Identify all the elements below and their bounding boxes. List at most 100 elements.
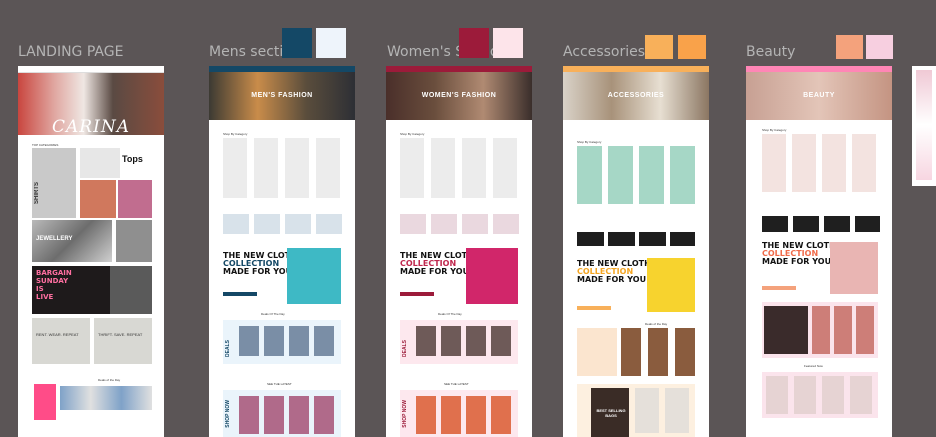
- top-categories-heading: TOP CATEGORIES: [32, 143, 59, 147]
- accessories-deal-items[interactable]: [621, 328, 695, 376]
- accessories-board[interactable]: ACCESSORIES Shop By Category THE NEW CLO…: [563, 66, 709, 437]
- live-word: LIVE: [36, 293, 54, 301]
- womens-deals-label: DEALS: [402, 340, 408, 357]
- accessories-tile[interactable]: [116, 220, 152, 262]
- mens-category-grid[interactable]: [223, 138, 341, 198]
- womens-collection-image: [466, 248, 518, 304]
- tops-label: Tops: [122, 154, 143, 164]
- beauty-new-cloth: THE NEW CLOTH COLLECTION MADE FOR YOU: [762, 242, 836, 266]
- mens-new-cloth-line3: MADE FOR YOU: [223, 267, 293, 276]
- accessories-deal-feature[interactable]: [577, 328, 617, 376]
- section-label-womens: Women's Section: [387, 44, 508, 60]
- color-swatch-beauty-primary: [836, 35, 863, 59]
- sarees-tile[interactable]: [80, 180, 116, 218]
- beauty-featured-items: [766, 376, 874, 414]
- mens-deals-of-day: Deals Of The Day: [261, 312, 285, 316]
- thrift-save-tile[interactable]: THRIFT. SAVE. REPEAT: [94, 318, 152, 364]
- womens-see-latest: SEE THE LATEST: [444, 382, 469, 386]
- accessories-collection-image: [647, 258, 695, 312]
- deal-promo[interactable]: [34, 384, 56, 420]
- womens-shop-now-label: SHOP NOW: [402, 400, 408, 428]
- section-label-accessories: Accessories: [563, 44, 646, 60]
- womens-category-grid[interactable]: [400, 138, 518, 198]
- accessories-deals-of-day: Deals of the Day: [645, 322, 668, 326]
- mens-shop-now-label: SHOP NOW: [225, 400, 231, 428]
- accessories-watch-row[interactable]: [577, 232, 695, 246]
- accessories-hero-title: ACCESSORIES: [607, 92, 665, 99]
- color-swatch-womens-primary: [459, 28, 489, 58]
- mens-collection-image: [287, 248, 341, 304]
- best-selling-bags-card[interactable]: BEST SELLING BAGS: [591, 388, 629, 437]
- mens-board[interactable]: MEN'S FASHION Shop By Category THE NEW C…: [209, 66, 355, 437]
- deals-heading: Deals of the Day: [98, 378, 121, 382]
- sunday-word: SUNDAY: [36, 277, 69, 285]
- womens-deal-items: [416, 326, 514, 356]
- beauty-deal-items: [812, 306, 874, 354]
- beauty-shop-button[interactable]: [762, 286, 796, 290]
- womens-latest-items: [416, 396, 514, 434]
- section-label-beauty: Beauty: [746, 44, 796, 60]
- landing-navbar: [18, 66, 164, 73]
- beauty-board[interactable]: BEAUTY Shop By Category THE NEW CLOTH CO…: [746, 66, 892, 437]
- womens-deals-panel[interactable]: DEALS: [400, 320, 518, 364]
- mens-shop-now-panel[interactable]: SHOP NOW: [223, 390, 341, 437]
- thrift-save-text: THRIFT. SAVE. REPEAT: [98, 332, 143, 337]
- mens-latest-items: [239, 396, 337, 434]
- bargain-sunday-banner[interactable]: BARGAIN SUNDAY IS LIVE: [32, 266, 152, 314]
- shirts-tile[interactable]: SHIRTS: [32, 148, 76, 218]
- dresses-tile[interactable]: [118, 180, 152, 218]
- beauty-category-grid[interactable]: [762, 134, 878, 192]
- bag-products: [635, 388, 691, 433]
- womens-deals-of-day: Deals Of The Day: [438, 312, 462, 316]
- color-swatch-accessories-primary: [645, 35, 673, 59]
- womens-shop-now-panel[interactable]: SHOP NOW: [400, 390, 518, 437]
- womens-hero-title: WOMEN'S FASHION: [421, 92, 497, 99]
- beauty-shop-by: Shop By Category: [762, 128, 787, 132]
- tops-tile-image[interactable]: [80, 148, 120, 178]
- is-word: IS: [36, 285, 44, 293]
- mens-deals-label: DEALS: [225, 340, 231, 357]
- beauty-collection-image: [830, 242, 878, 294]
- deal-products[interactable]: [60, 386, 152, 410]
- accessories-bags-panel[interactable]: BEST SELLING BAGS: [577, 384, 695, 437]
- jewellery-tile[interactable]: JEWELLERY: [32, 220, 112, 262]
- mens-deals-panel[interactable]: DEALS: [223, 320, 341, 364]
- rent-wear-text: RENT. WEAR. REPEAT: [36, 332, 79, 337]
- mens-see-latest: SEE THE LATEST: [267, 382, 292, 386]
- shirts-label: SHIRTS: [34, 182, 40, 205]
- bargain-word: BARGAIN: [36, 269, 72, 277]
- section-label-landing: LANDING PAGE: [18, 44, 124, 60]
- jewellery-label: JEWELLERY: [36, 236, 73, 242]
- beauty-featured-panel[interactable]: [762, 372, 878, 418]
- bargain-image: [110, 266, 152, 314]
- mens-hero: MEN'S FASHION: [209, 72, 355, 120]
- rent-wear-tile[interactable]: RENT. WEAR. REPEAT: [32, 318, 90, 364]
- beauty-product-row[interactable]: [762, 216, 880, 232]
- mens-deal-items: [239, 326, 337, 356]
- beauty-deals-panel[interactable]: [762, 302, 878, 358]
- mens-shop-button[interactable]: [223, 292, 257, 296]
- womens-shop-by: Shop By Category: [400, 132, 425, 136]
- mens-hero-title: MEN'S FASHION: [251, 92, 313, 99]
- womens-new-cloth-line3: MADE FOR YOU: [400, 267, 470, 276]
- bags-text: BAGS: [605, 413, 617, 418]
- accessories-new-cloth: THE NEW CLOTH COLLECTION MADE FOR YOU: [577, 260, 651, 284]
- color-swatch-mens-secondary: [316, 28, 346, 58]
- womens-shop-button[interactable]: [400, 292, 434, 296]
- womens-board[interactable]: WOMEN'S FASHION Shop By Category THE NEW…: [386, 66, 532, 437]
- accessories-hero: ACCESSORIES: [563, 72, 709, 120]
- beauty-hero: BEAUTY: [746, 72, 892, 120]
- color-swatch-womens-secondary: [493, 28, 523, 58]
- landing-page-board[interactable]: CARINA TOP CATEGORIES SHIRTS Tops JEWELL…: [18, 66, 164, 437]
- landing-hero: CARINA: [18, 73, 164, 135]
- womens-brand-row[interactable]: [400, 214, 520, 234]
- womens-new-cloth: THE NEW CLOTH COLLECTION MADE FOR YOU: [400, 252, 474, 276]
- mens-new-cloth: THE NEW CLOTH COLLECTION MADE FOR YOU: [223, 252, 297, 276]
- accessories-shop-button[interactable]: [577, 306, 611, 310]
- color-swatch-mens-primary: [282, 28, 312, 58]
- next-board-partial[interactable]: [912, 66, 936, 186]
- accessories-category-grid[interactable]: [577, 146, 695, 204]
- color-swatch-beauty-secondary: [866, 35, 893, 59]
- beauty-featured-now: Featured Now: [804, 364, 823, 368]
- mens-brand-row[interactable]: [223, 214, 343, 234]
